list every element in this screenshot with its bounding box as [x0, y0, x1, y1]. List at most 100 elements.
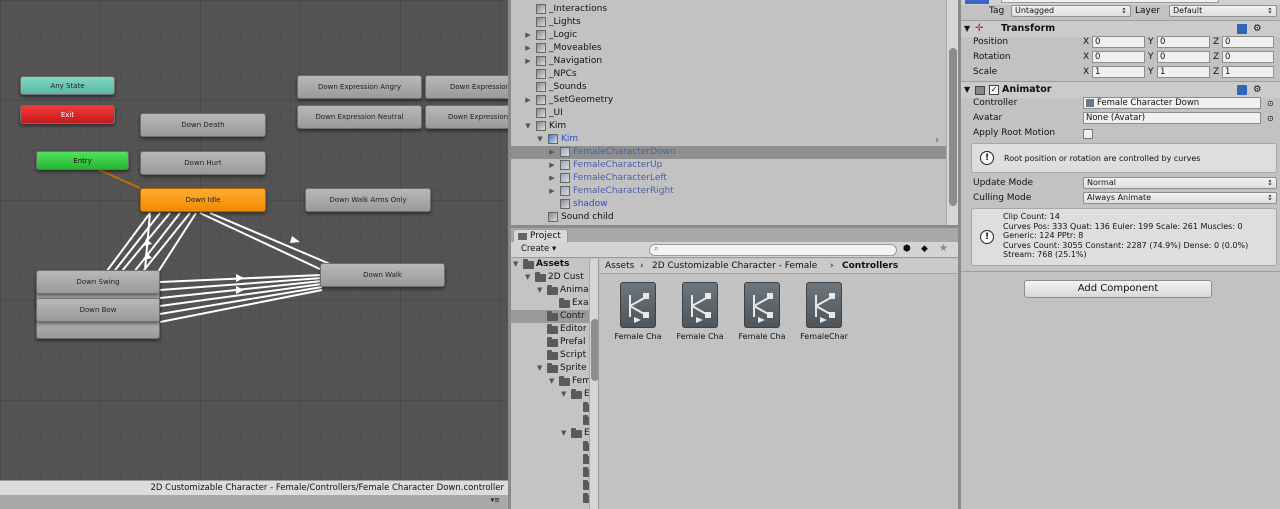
position-x-field[interactable]: 0	[1092, 36, 1145, 48]
animator-graph[interactable]: Any State Exit Entry Down Death Down Hur…	[0, 0, 508, 509]
hierarchy-item[interactable]: ▼ Kim	[511, 120, 946, 133]
hierarchy-item[interactable]: ▶ FemaleCharacterUp	[511, 159, 946, 172]
foldout-arrow-icon[interactable]: ▼	[549, 375, 554, 388]
object-picker-icon[interactable]: ⊙	[1267, 96, 1274, 111]
foldout-arrow-icon[interactable]: ▶	[523, 94, 533, 107]
state-down-bow[interactable]: Down Bow	[36, 298, 160, 322]
breadcrumb-assets[interactable]: Assets	[605, 259, 634, 273]
help-icon[interactable]	[1237, 85, 1247, 95]
state-down-hurt[interactable]: Down Hurt	[140, 151, 266, 175]
avatar-field[interactable]: None (Avatar)	[1083, 112, 1261, 124]
rotation-z-field[interactable]: 0	[1222, 51, 1274, 63]
hierarchy-item[interactable]: _Interactions	[511, 3, 946, 16]
animator-controller-asset[interactable]: Female Cha	[609, 282, 667, 341]
layer-dropdown[interactable]: Default	[1169, 5, 1277, 17]
hierarchy-item[interactable]: ▶ FemaleCharacterLeft	[511, 172, 946, 185]
state-down-death[interactable]: Down Death	[140, 113, 266, 137]
folder-tree-item[interactable]: ▼ Fem	[511, 375, 591, 388]
state-exit[interactable]: Exit	[20, 105, 115, 124]
help-icon[interactable]	[1237, 24, 1247, 34]
hierarchy-item[interactable]: _NPCs	[511, 68, 946, 81]
folder-tree-item[interactable]: ▼ E	[511, 427, 590, 440]
culling-mode-dropdown[interactable]: Always Animate	[1083, 192, 1277, 204]
state-down-swing[interactable]: Down Swing	[36, 270, 160, 294]
foldout-arrow-icon[interactable]: ▶	[547, 146, 557, 159]
folder-tree-item[interactable]: Prefal	[511, 336, 589, 349]
hierarchy-item[interactable]: ▶ FemaleCharacterDown	[511, 146, 946, 159]
state-down-expression-angry[interactable]: Down Expression Angry	[297, 75, 422, 99]
position-z-field[interactable]: 0	[1222, 36, 1274, 48]
foldout-arrow-icon[interactable]: ▼	[537, 362, 542, 375]
dropdown-arrow-icon[interactable]: ▾≡	[491, 496, 500, 504]
chevron-right-icon[interactable]: ›	[935, 135, 939, 146]
folder-tree-item[interactable]: Exa	[511, 297, 589, 310]
hierarchy-item[interactable]: ▶ _Moveables	[511, 42, 946, 55]
folder-tree-item[interactable]: Editor	[511, 323, 589, 336]
hierarchy-item[interactable]: _UI	[511, 107, 946, 120]
favorite-star-icon[interactable]: ★	[939, 243, 948, 254]
foldout-arrow-icon[interactable]: ▼	[513, 259, 518, 271]
object-name-field[interactable]	[1001, 0, 1219, 3]
filter-type-icon[interactable]: ⬢	[903, 244, 911, 254]
state-entry[interactable]: Entry	[36, 151, 129, 170]
apply-root-motion-checkbox[interactable]	[1083, 129, 1093, 139]
rotation-x-field[interactable]: 0	[1092, 51, 1145, 63]
object-picker-icon[interactable]: ⊙	[1267, 111, 1274, 126]
controller-field[interactable]: Female Character Down	[1083, 97, 1261, 109]
folder-tree-item[interactable]: ▼ Assets	[511, 259, 589, 271]
hierarchy-item[interactable]: _Sounds	[511, 81, 946, 94]
scale-z-field[interactable]: 1	[1222, 66, 1274, 78]
folder-tree-item[interactable]: ▼ Sprite	[511, 362, 589, 375]
state-down-expression-neutral[interactable]: Down Expression Neutral	[297, 105, 422, 129]
state-down-walk[interactable]: Down Walk	[320, 263, 445, 287]
folder-tree-item[interactable]: Script	[511, 349, 589, 362]
hierarchy-item[interactable]: Sound child	[511, 211, 946, 224]
animator-controller-asset[interactable]: Female Cha	[671, 282, 729, 341]
folder-tree-item[interactable]: ▼ E	[511, 388, 590, 401]
component-enabled-checkbox[interactable]: ✓	[989, 85, 999, 95]
animator-controller-asset[interactable]: FemaleChar	[795, 282, 853, 341]
hierarchy-item[interactable]: ▼ Kim	[511, 133, 946, 146]
folder-tree-item[interactable]: ▼ Anima	[511, 284, 589, 297]
scale-x-field[interactable]: 1	[1092, 66, 1145, 78]
project-panel[interactable]: Project Create ▾ ⌕ ⬢ ◆ ★ ▼ Assets ▼ 2D Cust…	[511, 228, 958, 509]
breadcrumb-controllers[interactable]: Controllers	[842, 259, 898, 273]
hierarchy-scrollbar[interactable]	[946, 0, 958, 226]
folder-tree[interactable]: ▼ Assets ▼ 2D Cust ▼ Anima Exa Contr Editor Prefa…	[511, 259, 599, 509]
state-down-expression-se[interactable]: Down Expression Se	[425, 105, 508, 129]
scrollbar-thumb[interactable]	[949, 48, 957, 206]
update-mode-dropdown[interactable]: Normal	[1083, 177, 1277, 189]
foldout-arrow-icon[interactable]: ▼	[525, 271, 530, 284]
state-down-walk-arms-only[interactable]: Down Walk Arms Only	[305, 188, 431, 212]
foldout-arrow-icon[interactable]: ▼	[561, 388, 566, 401]
folder-tree-item[interactable]	[511, 414, 594, 427]
folder-tree-item[interactable]	[511, 440, 594, 453]
hierarchy-item[interactable]: ▶ _Navigation	[511, 55, 946, 68]
hierarchy-item[interactable]: ▶ _Logic	[511, 29, 946, 42]
foldout-arrow-icon[interactable]: ▼	[523, 120, 533, 133]
label-icon[interactable]: ◆	[921, 244, 928, 254]
folder-tree-item[interactable]: Contr	[511, 310, 589, 323]
tag-dropdown[interactable]: Untagged	[1011, 5, 1131, 17]
add-component-button[interactable]: Add Component	[1024, 280, 1212, 298]
folder-tree-item[interactable]	[511, 453, 594, 466]
foldout-arrow-icon[interactable]: ▼	[535, 133, 545, 146]
state-down-idle[interactable]: Down Idle	[140, 188, 266, 212]
hierarchy-item[interactable]: ▶ FemaleCharacterRight	[511, 185, 946, 198]
hierarchy-item[interactable]: ▶ _SetGeometry	[511, 94, 946, 107]
scrollbar-thumb[interactable]	[591, 319, 598, 381]
search-input[interactable]: ⌕	[649, 244, 897, 256]
hierarchy-item[interactable]: shadow	[511, 198, 946, 211]
foldout-arrow-icon[interactable]: ▼	[537, 284, 542, 297]
tab-project[interactable]: Project	[513, 229, 568, 243]
inspector-panel[interactable]: Tag Untagged Layer Default ▼ ✛ Transform…	[961, 0, 1280, 509]
folder-tree-item[interactable]	[511, 479, 594, 492]
folder-tree-scrollbar[interactable]	[589, 259, 598, 509]
foldout-arrow-icon[interactable]: ▶	[523, 42, 533, 55]
foldout-arrow-icon[interactable]: ▶	[523, 55, 533, 68]
hierarchy-item[interactable]: _Lights	[511, 16, 946, 29]
foldout-arrow-icon[interactable]: ▶	[523, 29, 533, 42]
folder-tree-item[interactable]	[511, 492, 594, 505]
hierarchy-panel[interactable]: _Interactions _Lights ▶ _Logic ▶ _Moveables ▶ _…	[511, 0, 958, 226]
create-button[interactable]: Create ▾	[517, 243, 560, 256]
